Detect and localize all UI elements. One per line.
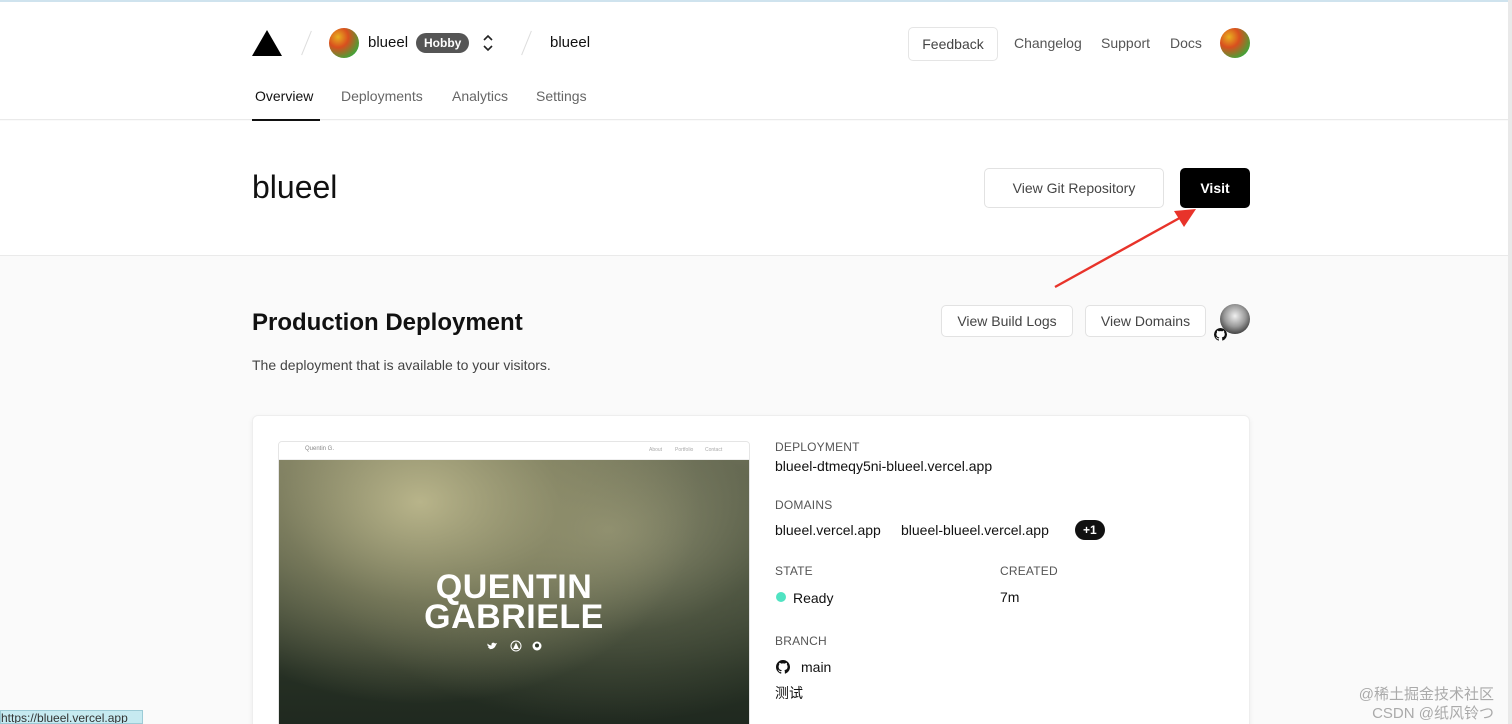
tab-deployments[interactable]: Deployments xyxy=(341,88,423,104)
state-value: Ready xyxy=(793,590,834,606)
preview-social-icons xyxy=(487,640,542,652)
status-dot xyxy=(776,592,786,602)
deployment-card: Quentin G. About Portfolio Contact QUENT… xyxy=(252,415,1250,724)
preview-navbar: Quentin G. About Portfolio Contact xyxy=(279,442,749,460)
tab-analytics[interactable]: Analytics xyxy=(452,88,508,104)
preview-headline: QUENTIN GABRIELE xyxy=(279,570,749,636)
scrollbar[interactable] xyxy=(1508,0,1512,724)
feedback-button[interactable]: Feedback xyxy=(908,27,998,61)
domain-link[interactable]: blueel-blueel.vercel.app xyxy=(901,522,1049,538)
project-hero: blueel View Git Repository Visit xyxy=(0,121,1512,256)
view-git-repository-button[interactable]: View Git Repository xyxy=(984,168,1164,208)
changelog-link[interactable]: Changelog xyxy=(1014,35,1082,51)
production-deployment-title: Production Deployment xyxy=(252,309,523,336)
deployment-label: DEPLOYMENT xyxy=(775,440,860,454)
state-label: STATE xyxy=(775,564,813,578)
watermark-line1: @稀土掘金技术社区 xyxy=(1358,686,1494,703)
support-link[interactable]: Support xyxy=(1101,35,1150,51)
tab-overview[interactable]: Overview xyxy=(255,88,313,104)
breadcrumb-separator xyxy=(301,30,312,56)
deployment-preview[interactable]: Quentin G. About Portfolio Contact QUENT… xyxy=(278,441,750,724)
github-icon xyxy=(776,660,790,674)
commit-message[interactable]: 测试 xyxy=(775,683,803,703)
annotation-arrow-icon xyxy=(1054,209,1196,289)
preview-nav-item: Portfolio xyxy=(675,447,694,453)
view-build-logs-button[interactable]: View Build Logs xyxy=(941,305,1073,337)
breadcrumb-separator xyxy=(521,30,532,56)
top-header: blueel Hobby blueel Feedback Changelog S… xyxy=(0,2,1512,121)
vercel-logo-icon[interactable] xyxy=(252,30,282,56)
team-avatar[interactable] xyxy=(329,28,359,58)
domain-link[interactable]: blueel.vercel.app xyxy=(775,522,881,538)
plan-badge: Hobby xyxy=(416,33,470,53)
preview-brand: Quentin G. xyxy=(305,446,335,452)
docs-link[interactable]: Docs xyxy=(1170,35,1202,51)
preview-nav-item: About xyxy=(649,447,663,453)
production-deployment-description: The deployment that is available to your… xyxy=(252,357,551,373)
github-mini-icon xyxy=(1214,328,1227,341)
page-title: blueel xyxy=(252,169,338,205)
domains-label: DOMAINS xyxy=(775,498,833,512)
deployment-url-link[interactable]: blueel-dtmeqy5ni-blueel.vercel.app xyxy=(775,458,992,474)
preview-hero-image: QUENTIN GABRIELE xyxy=(279,460,749,724)
team-name[interactable]: blueel xyxy=(368,34,408,51)
watermark-line2: CSDN @纸风铃つ xyxy=(1372,705,1494,722)
preview-nav-item: Contact xyxy=(705,447,723,453)
tab-settings[interactable]: Settings xyxy=(536,88,587,104)
preview-headline-line2: GABRIELE xyxy=(424,598,604,636)
branch-link[interactable]: main xyxy=(801,659,831,675)
branch-label: BRANCH xyxy=(775,634,827,648)
more-domains-badge[interactable]: +1 xyxy=(1075,520,1105,540)
team-switcher-icon[interactable] xyxy=(481,32,495,54)
visit-button[interactable]: Visit xyxy=(1180,168,1250,208)
status-bar-url: https://blueel.vercel.app xyxy=(0,710,143,724)
created-value: 7m xyxy=(1000,589,1020,605)
view-domains-button[interactable]: View Domains xyxy=(1085,305,1206,337)
user-avatar[interactable] xyxy=(1220,28,1250,58)
project-breadcrumb[interactable]: blueel xyxy=(550,34,590,51)
created-label: CREATED xyxy=(1000,564,1058,578)
